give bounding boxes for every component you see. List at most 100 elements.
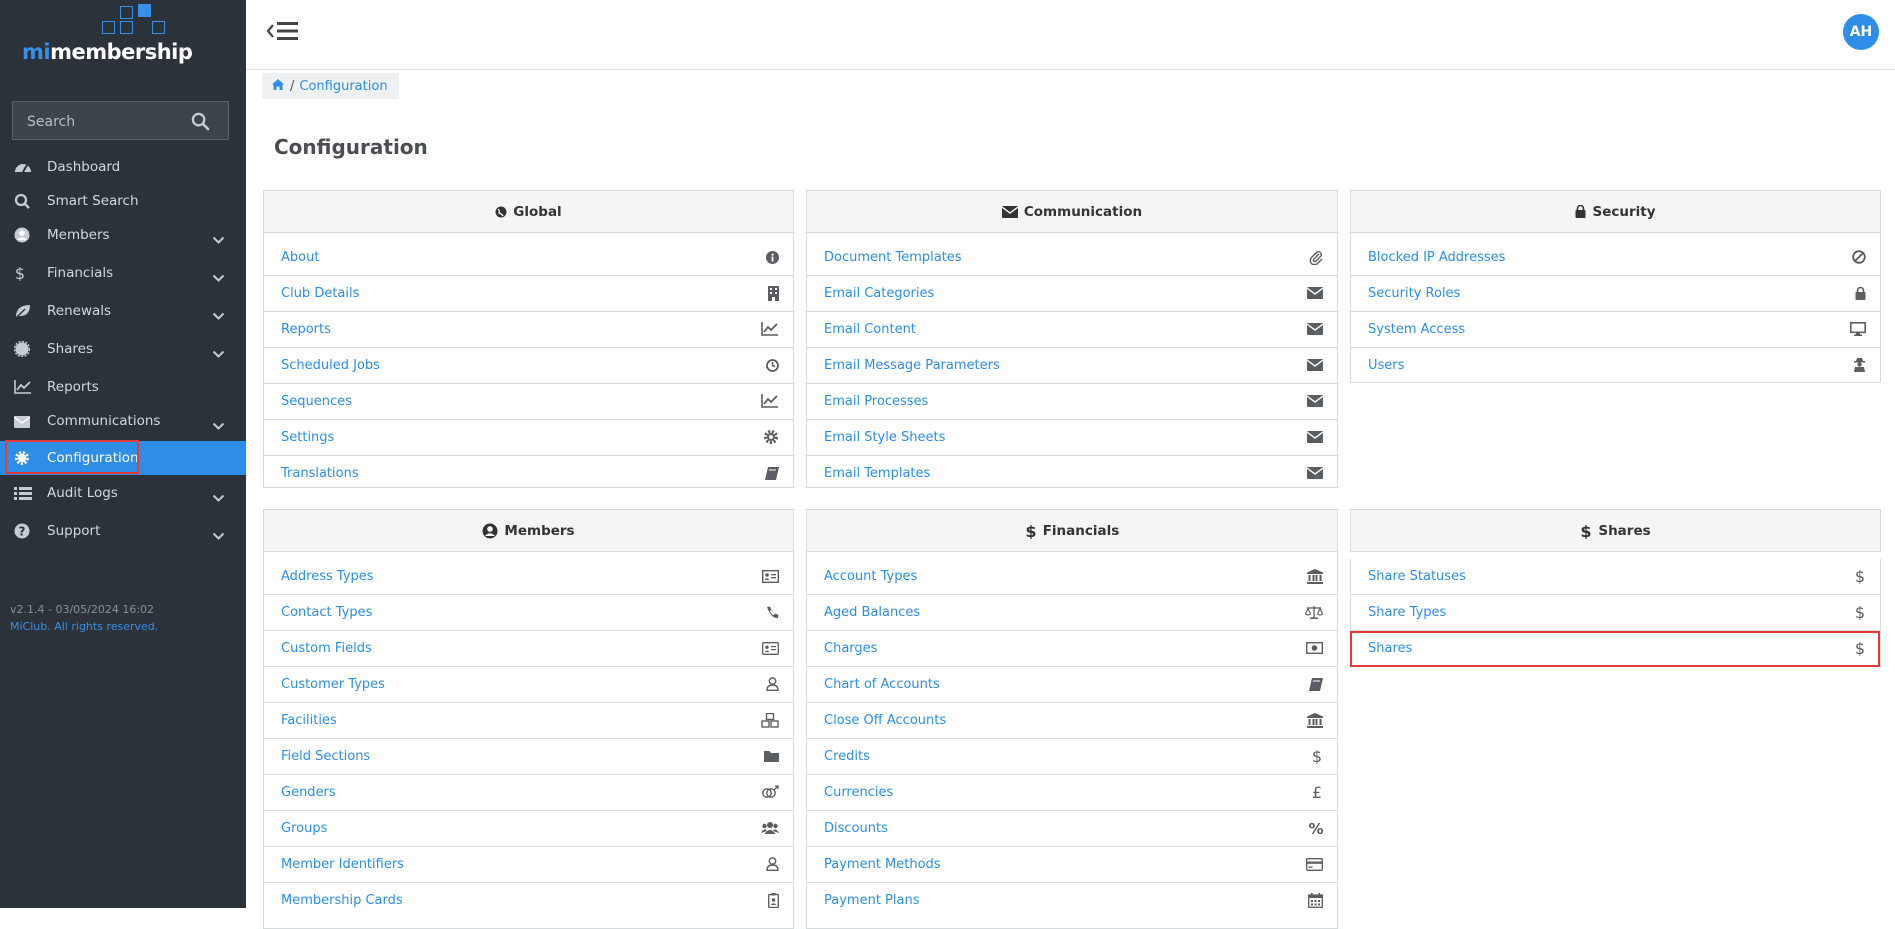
config-item-link[interactable]: Document Templates [824,250,962,265]
sidebar-item-financials[interactable]: $ Financials [0,256,246,290]
sidebar-item-reports[interactable]: Reports [0,370,246,404]
config-item-link[interactable]: System Access [1368,322,1465,337]
chevron-down-icon[interactable] [212,230,225,249]
config-item-genders[interactable]: Genders [264,775,793,811]
config-item-about[interactable]: About [264,240,793,276]
config-item-link[interactable]: Genders [281,785,336,800]
config-item-customer-types[interactable]: Customer Types [264,667,793,703]
config-item-club-details[interactable]: Club Details [264,276,793,312]
config-item-link[interactable]: Payment Methods [824,857,941,872]
search-icon[interactable] [191,112,210,135]
sidebar-item-shares[interactable]: Shares [0,332,246,366]
config-item-link[interactable]: Contact Types [281,605,372,620]
chevron-down-icon[interactable] [212,306,225,325]
config-item-link[interactable]: Shares [1368,641,1412,656]
menu-toggle-icon[interactable] [266,19,302,47]
config-item-link[interactable]: Facilities [281,713,337,728]
config-item-system-access[interactable]: System Access [1351,312,1880,348]
config-item-link[interactable]: Currencies [824,785,893,800]
config-item-membership-cards[interactable]: Membership Cards [264,883,793,918]
chevron-down-icon[interactable] [212,526,225,545]
chevron-down-icon[interactable] [212,268,225,287]
config-item-facilities[interactable]: Facilities [264,703,793,739]
config-item-link[interactable]: Member Identifiers [281,857,404,872]
config-item-custom-fields[interactable]: Custom Fields [264,631,793,667]
config-item-users[interactable]: Users [1351,348,1880,382]
config-item-link[interactable]: Share Types [1368,605,1446,620]
config-item-account-types[interactable]: Account Types [807,559,1337,595]
config-item-link[interactable]: Reports [281,322,331,337]
config-item-link[interactable]: Email Categories [824,286,934,301]
sidebar-item-configuration[interactable]: Configuration [0,441,246,475]
config-item-link[interactable]: Aged Balances [824,605,920,620]
logo[interactable]: mimembership [22,4,212,66]
search-input[interactable] [13,102,199,141]
config-item-link[interactable]: Settings [281,430,334,445]
config-item-link[interactable]: Credits [824,749,870,764]
config-item-field-sections[interactable]: Field Sections [264,739,793,775]
sidebar-item-renewals[interactable]: Renewals [0,294,246,328]
config-item-link[interactable]: Email Templates [824,466,930,481]
config-item-payment-methods[interactable]: Payment Methods [807,847,1337,883]
config-item-groups[interactable]: Groups [264,811,793,847]
breadcrumb-current[interactable]: Configuration [299,79,387,94]
config-item-reports[interactable]: Reports [264,312,793,348]
config-item-share-types[interactable]: Share Types $ [1350,595,1881,631]
config-item-link[interactable]: Sequences [281,394,352,409]
config-item-currencies[interactable]: Currencies £ [807,775,1337,811]
chevron-down-icon[interactable] [212,344,225,363]
chevron-down-icon[interactable] [212,488,225,507]
config-item-link[interactable]: Translations [281,466,359,481]
config-item-link[interactable]: Users [1368,358,1404,373]
config-item-link[interactable]: Email Processes [824,394,928,409]
config-item-document-templates[interactable]: Document Templates [807,240,1337,276]
config-item-link[interactable]: About [281,250,319,265]
sidebar-item-dashboard[interactable]: Dashboard [0,150,246,184]
sidebar-item-communications[interactable]: Communications [0,404,246,438]
config-item-contact-types[interactable]: Contact Types [264,595,793,631]
sidebar-item-support[interactable]: ? Support [0,514,246,548]
sidebar-item-audit-logs[interactable]: Audit Logs [0,476,246,510]
copyright-link[interactable]: MiClub. All rights reserved. [10,618,158,635]
config-item-settings[interactable]: Settings [264,420,793,456]
config-item-email-style-sheets[interactable]: Email Style Sheets [807,420,1337,456]
config-item-chart-of-accounts[interactable]: Chart of Accounts [807,667,1337,703]
config-item-translations[interactable]: Translations [264,456,793,487]
config-item-email-message-parameters[interactable]: Email Message Parameters [807,348,1337,384]
config-item-link[interactable]: Security Roles [1368,286,1460,301]
config-item-email-processes[interactable]: Email Processes [807,384,1337,420]
config-item-link[interactable]: Discounts [824,821,888,836]
config-item-email-categories[interactable]: Email Categories [807,276,1337,312]
config-item-scheduled-jobs[interactable]: Scheduled Jobs [264,348,793,384]
config-item-link[interactable]: Email Style Sheets [824,430,945,445]
config-item-link[interactable]: Charges [824,641,877,656]
config-item-link[interactable]: Email Message Parameters [824,358,1000,373]
config-item-blocked-ip-addresses[interactable]: Blocked IP Addresses [1351,240,1880,276]
config-item-share-statuses[interactable]: Share Statuses $ [1350,559,1881,595]
chevron-down-icon[interactable] [212,416,225,435]
config-item-link[interactable]: Email Content [824,322,916,337]
config-item-link[interactable]: Share Statuses [1368,569,1466,584]
config-item-link[interactable]: Custom Fields [281,641,372,656]
config-item-address-types[interactable]: Address Types [264,559,793,595]
config-item-link[interactable]: Blocked IP Addresses [1368,250,1505,265]
config-item-email-content[interactable]: Email Content [807,312,1337,348]
config-item-sequences[interactable]: Sequences [264,384,793,420]
config-item-link[interactable]: Membership Cards [281,893,403,908]
config-item-member-identifiers[interactable]: Member Identifiers [264,847,793,883]
config-item-email-templates[interactable]: Email Templates [807,456,1337,487]
config-item-link[interactable]: Payment Plans [824,893,919,908]
config-item-discounts[interactable]: Discounts% [807,811,1337,847]
config-item-link[interactable]: Field Sections [281,749,370,764]
avatar[interactable]: AH [1843,14,1879,50]
config-item-charges[interactable]: Charges [807,631,1337,667]
config-item-shares[interactable]: Shares $ [1350,631,1881,667]
config-item-close-off-accounts[interactable]: Close Off Accounts [807,703,1337,739]
config-item-security-roles[interactable]: Security Roles [1351,276,1880,312]
config-item-link[interactable]: Account Types [824,569,917,584]
config-item-link[interactable]: Close Off Accounts [824,713,946,728]
config-item-link[interactable]: Customer Types [281,677,385,692]
sidebar-item-smart-search[interactable]: Smart Search [0,184,246,218]
config-item-link[interactable]: Groups [281,821,327,836]
home-icon[interactable] [272,78,284,94]
